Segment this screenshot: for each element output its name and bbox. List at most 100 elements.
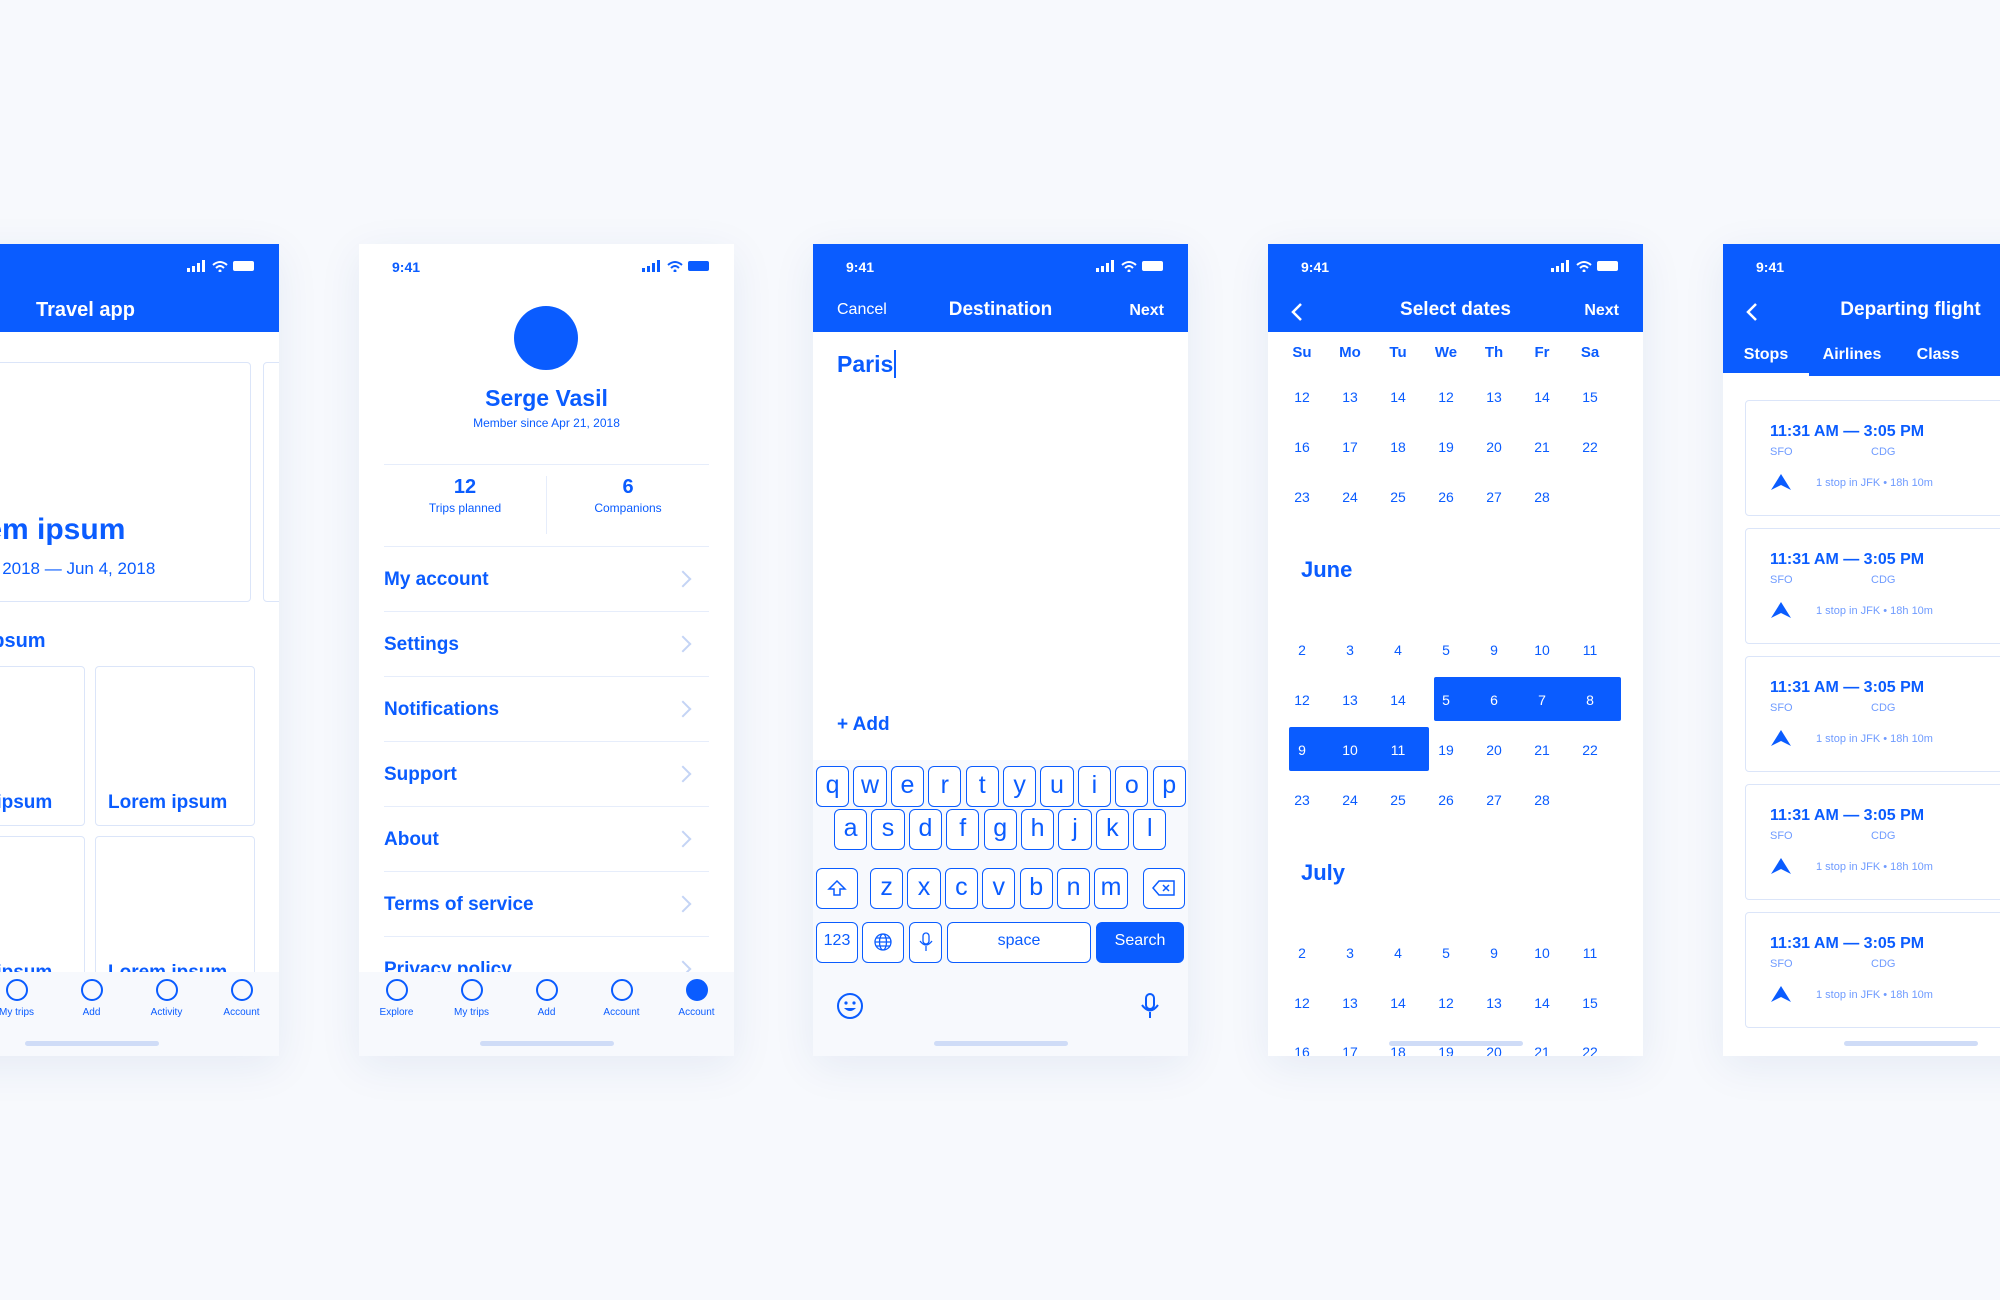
- calendar-day[interactable]: 10: [1518, 945, 1566, 961]
- calendar-day[interactable]: 9: [1278, 742, 1326, 758]
- menu-about[interactable]: About: [384, 807, 709, 872]
- calendar-day[interactable]: 5: [1422, 945, 1470, 961]
- calendar-day[interactable]: 17: [1326, 439, 1374, 455]
- calendar-day[interactable]: 28: [1518, 792, 1566, 808]
- calendar-day[interactable]: 24: [1326, 792, 1374, 808]
- calendar-day[interactable]: 6: [1470, 692, 1518, 708]
- calendar-day[interactable]: 12: [1422, 389, 1470, 405]
- globe-key[interactable]: [862, 922, 904, 963]
- calendar-day[interactable]: 23: [1278, 489, 1326, 505]
- calendar-day[interactable]: 10: [1326, 742, 1374, 758]
- calendar-day[interactable]: 26: [1422, 792, 1470, 808]
- grid-card[interactable]: Lorem ipsum: [95, 666, 255, 826]
- calendar-day[interactable]: 13: [1470, 389, 1518, 405]
- dictation-key[interactable]: [909, 922, 942, 963]
- avatar[interactable]: [514, 306, 578, 370]
- tab-add[interactable]: Add: [54, 979, 129, 1018]
- shift-key[interactable]: [816, 868, 858, 909]
- calendar-day[interactable]: 17: [1326, 1044, 1374, 1056]
- menu-settings[interactable]: Settings: [384, 612, 709, 677]
- stat-companions[interactable]: 6 Companions: [547, 476, 709, 515]
- emoji-icon[interactable]: [836, 992, 864, 1020]
- letter-key[interactable]: z: [870, 868, 904, 909]
- calendar-day[interactable]: 16: [1278, 1044, 1326, 1056]
- letter-key[interactable]: v: [982, 868, 1016, 909]
- calendar-day[interactable]: 15: [1566, 995, 1614, 1011]
- calendar-day[interactable]: 3: [1326, 945, 1374, 961]
- calendar-day[interactable]: 23: [1278, 792, 1326, 808]
- calendar-day[interactable]: 22: [1566, 1044, 1614, 1056]
- calendar-day[interactable]: 2: [1278, 945, 1326, 961]
- letter-key[interactable]: n: [1057, 868, 1091, 909]
- flight-card[interactable]: 11:31 AM — 3:05 PM SFO CDG 1 stop in JFK • …: [1745, 912, 2000, 1028]
- calendar-day[interactable]: 12: [1422, 995, 1470, 1011]
- letter-key[interactable]: p: [1152, 766, 1186, 807]
- search-key[interactable]: Search: [1096, 922, 1184, 963]
- calendar-day[interactable]: 25: [1374, 792, 1422, 808]
- flight-card[interactable]: 11:31 AM — 3:05 PM SFO CDG 1 stop in JFK • …: [1745, 528, 2000, 644]
- letter-key[interactable]: o: [1115, 766, 1149, 807]
- calendar-day[interactable]: 7: [1518, 692, 1566, 708]
- calendar-day[interactable]: 22: [1566, 439, 1614, 455]
- calendar-day[interactable]: 11: [1566, 642, 1614, 658]
- menu-my-account[interactable]: My account: [384, 547, 709, 612]
- letter-key[interactable]: l: [1133, 809, 1167, 850]
- calendar-day[interactable]: 11: [1566, 945, 1614, 961]
- tab-account[interactable]: Account: [204, 979, 279, 1018]
- tab-my-trips[interactable]: My trips: [434, 979, 509, 1018]
- calendar-day[interactable]: 4: [1374, 642, 1422, 658]
- calendar-day[interactable]: 28: [1518, 489, 1566, 505]
- flight-card[interactable]: 11:31 AM — 3:05 PM SFO CDG 1 stop in JFK • …: [1745, 784, 2000, 900]
- calendar-day[interactable]: 3: [1326, 642, 1374, 658]
- calendar-day[interactable]: 27: [1470, 489, 1518, 505]
- calendar-day[interactable]: 26: [1422, 489, 1470, 505]
- letter-key[interactable]: h: [1021, 809, 1055, 850]
- calendar-day[interactable]: 21: [1518, 742, 1566, 758]
- calendar-day[interactable]: 14: [1374, 389, 1422, 405]
- letter-key[interactable]: i: [1077, 766, 1111, 807]
- calendar-day[interactable]: 21: [1518, 1044, 1566, 1056]
- calendar-day[interactable]: 27: [1470, 792, 1518, 808]
- letter-key[interactable]: e: [890, 766, 924, 807]
- destination-input[interactable]: Paris: [837, 350, 897, 382]
- calendar-day[interactable]: 12: [1278, 995, 1326, 1011]
- tab-explore[interactable]: Explore: [359, 979, 434, 1018]
- calendar-day[interactable]: 16: [1278, 439, 1326, 455]
- menu-terms[interactable]: Terms of service: [384, 872, 709, 937]
- menu-notifications[interactable]: Notifications: [384, 677, 709, 742]
- calendar-day[interactable]: 4: [1374, 945, 1422, 961]
- grid-card[interactable]: Lorem ipsum: [0, 666, 85, 826]
- calendar-day[interactable]: 18: [1374, 439, 1422, 455]
- calendar-day[interactable]: 20: [1470, 439, 1518, 455]
- calendar-day[interactable]: 12: [1278, 389, 1326, 405]
- calendar-day[interactable]: 14: [1374, 692, 1422, 708]
- letter-key[interactable]: r: [928, 766, 962, 807]
- calendar-day[interactable]: 24: [1326, 489, 1374, 505]
- calendar-day[interactable]: 9: [1470, 945, 1518, 961]
- calendar-day[interactable]: 5: [1422, 642, 1470, 658]
- tab-activity[interactable]: Activity: [129, 979, 204, 1018]
- calendar-day[interactable]: 25: [1374, 489, 1422, 505]
- numbers-key[interactable]: 123: [816, 922, 858, 963]
- letter-key[interactable]: c: [944, 868, 978, 909]
- microphone-icon[interactable]: [1141, 992, 1159, 1020]
- calendar-day[interactable]: 20: [1470, 742, 1518, 758]
- next-button[interactable]: Next: [1129, 302, 1164, 320]
- calendar-day[interactable]: 12: [1278, 692, 1326, 708]
- letter-key[interactable]: q: [816, 766, 850, 807]
- letter-key[interactable]: s: [871, 809, 905, 850]
- calendar-day[interactable]: 14: [1518, 389, 1566, 405]
- letter-key[interactable]: w: [853, 766, 887, 807]
- calendar-day[interactable]: 22: [1566, 742, 1614, 758]
- hero-card[interactable]: Lorem ipsum May 30, 2018 — Jun 4, 2018: [0, 362, 251, 602]
- calendar-day[interactable]: 15: [1566, 389, 1614, 405]
- letter-key[interactable]: m: [1094, 868, 1128, 909]
- calendar-day[interactable]: 13: [1470, 995, 1518, 1011]
- calendar-day[interactable]: 13: [1326, 692, 1374, 708]
- tab-my-trips[interactable]: My trips: [0, 979, 54, 1018]
- calendar-day[interactable]: 5: [1422, 692, 1470, 708]
- space-key[interactable]: space: [947, 922, 1091, 963]
- calendar-day[interactable]: 19: [1422, 742, 1470, 758]
- menu-support[interactable]: Support: [384, 742, 709, 807]
- letter-key[interactable]: u: [1040, 766, 1074, 807]
